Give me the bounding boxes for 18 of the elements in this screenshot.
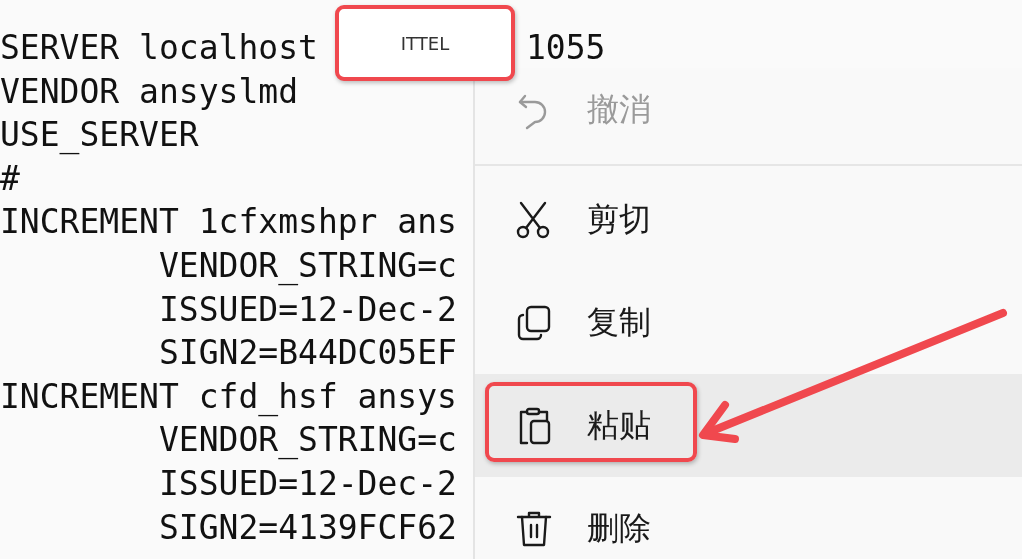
code-line: SERVER localhost	[0, 27, 318, 69]
code-text: 1055	[525, 27, 606, 69]
code-line: INCREMENT 1cfxmshpr ans	[0, 201, 457, 244]
code-line: VENDOR ansyslmd	[0, 70, 298, 113]
menu-item[interactable]: 复制	[475, 271, 1022, 374]
code-line: VENDOR_STRING=c	[157, 244, 457, 288]
code-line: VENDOR_STRING=c	[157, 419, 457, 462]
menu-item[interactable]: 删除	[475, 477, 1022, 559]
code-line: SIGN2=B44DC05EF	[157, 332, 457, 375]
code-line: USE_SERVER	[0, 114, 199, 157]
code-line: #	[0, 157, 20, 200]
code-line: ISSUED=12-Dec-2	[157, 288, 457, 331]
code-line: INCREMENT cfd_hsf ansys	[0, 375, 457, 419]
code-line: SIGN2=4139FCF62	[157, 506, 457, 549]
redaction-label: ITTEL	[335, 5, 515, 81]
code-line: ISSUED=12-Dec-2	[157, 462, 457, 505]
menu-item[interactable]: 粘贴	[475, 374, 1022, 477]
menu-item[interactable]: 剪切	[475, 168, 1022, 271]
